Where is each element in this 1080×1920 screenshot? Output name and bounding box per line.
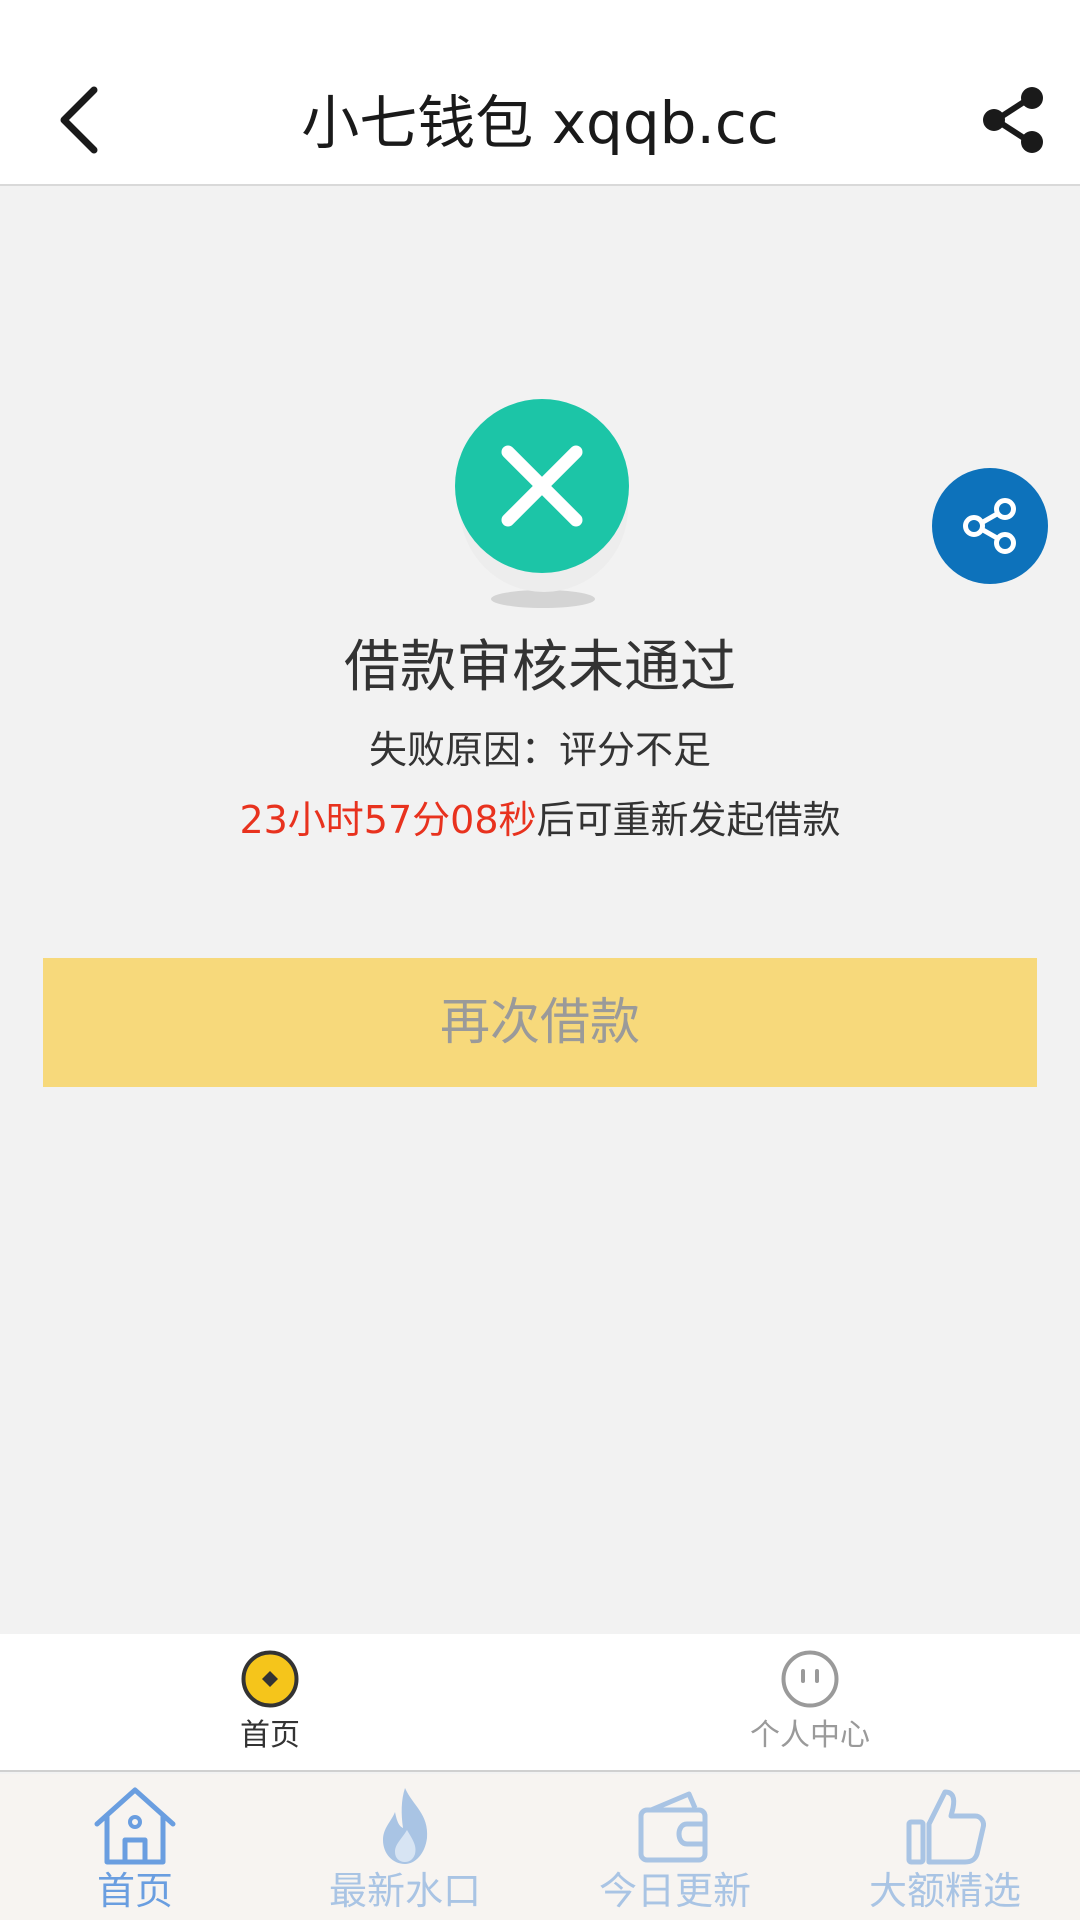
failure-reason: 失败原因：评分不足 (368, 728, 711, 772)
outer-tab-featured-label: 大额精选 (868, 1869, 1021, 1913)
back-button[interactable] (52, 84, 112, 156)
coin-icon (241, 1650, 299, 1708)
countdown-timer: 23小时57分08秒 (239, 798, 537, 842)
app-header: 小七钱包 xqqb.cc (0, 0, 1080, 186)
countdown-suffix: 后可重新发起借款 (536, 798, 841, 842)
flame-icon (383, 1788, 428, 1864)
wallet-icon (638, 1791, 708, 1863)
outer-tab-today-label: 今日更新 (598, 1869, 751, 1913)
result-title: 借款审核未通过 (344, 635, 736, 700)
outer-tab-latest[interactable]: 最新水口 (270, 1774, 540, 1920)
inner-tab-home-label: 首页 (240, 1718, 300, 1753)
outer-tab-latest-label: 最新水口 (328, 1869, 481, 1913)
outer-tab-home[interactable]: 首页 (0, 1774, 270, 1920)
thumbs-up-icon (906, 1789, 986, 1865)
floating-share-button[interactable] (932, 468, 1048, 584)
inner-tab-home[interactable]: 首页 (0, 1634, 540, 1770)
close-circle-icon (455, 399, 629, 608)
countdown-message: 23小时57分08秒后可重新发起借款 (0, 792, 1080, 848)
outer-tab-today[interactable]: 今日更新 (540, 1774, 810, 1920)
inner-tab-bar: 首页 个人中心 (0, 1634, 1080, 1772)
home-icon (94, 1787, 176, 1865)
share-icon (963, 498, 1016, 554)
status-failed-icon-wrap (448, 396, 638, 616)
page-title: 小七钱包 xqqb.cc (301, 89, 779, 157)
outer-tab-bar: 首页 最新水口 今日更新 大额精选 (0, 1774, 1080, 1920)
share-icon (983, 87, 1043, 153)
inner-tab-profile[interactable]: 个人中心 (540, 1634, 1080, 1770)
share-button[interactable] (980, 84, 1050, 156)
inner-tab-profile-label: 个人中心 (750, 1718, 870, 1753)
chevron-left-icon (60, 86, 98, 154)
face-icon (781, 1650, 839, 1708)
retry-loan-button[interactable]: 再次借款 (43, 958, 1037, 1087)
outer-tab-home-label: 首页 (96, 1869, 173, 1913)
outer-tab-featured[interactable]: 大额精选 (810, 1774, 1080, 1920)
